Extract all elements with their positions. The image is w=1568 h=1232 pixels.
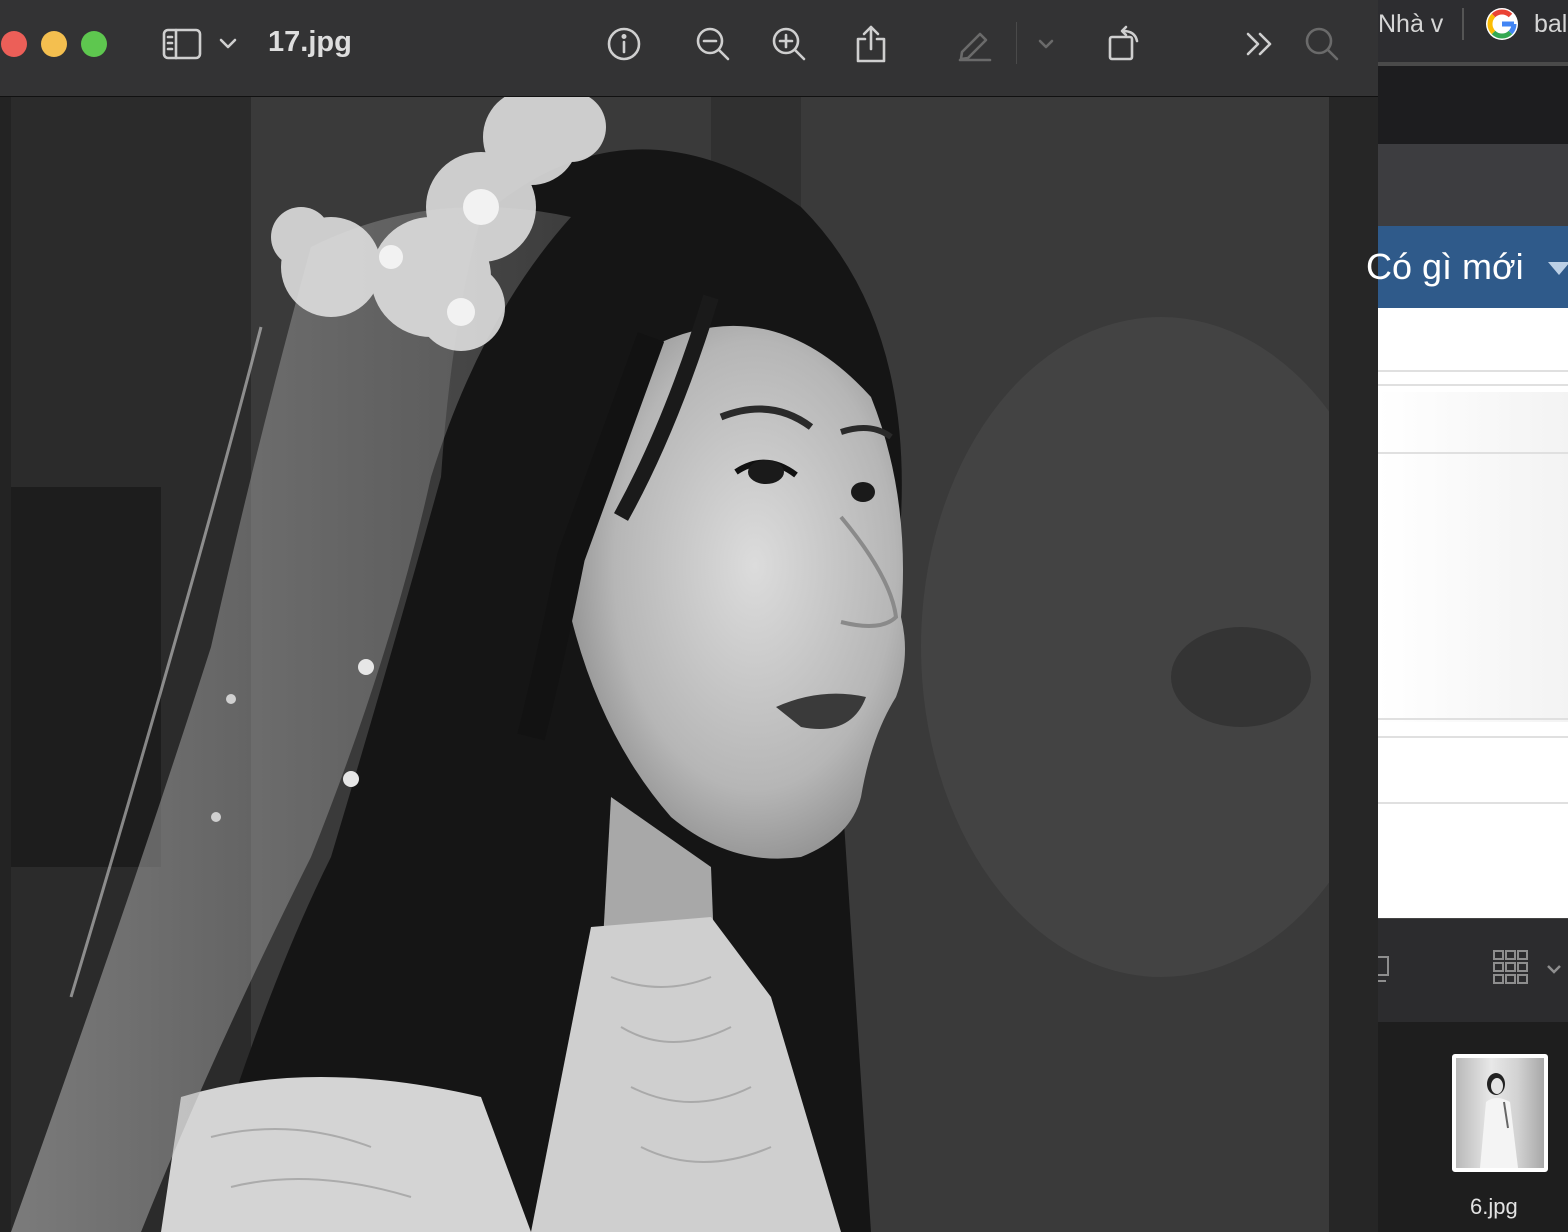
- bookmark-item[interactable]: Nhà v: [1378, 10, 1443, 39]
- file-name-label[interactable]: 6.jpg: [1470, 1194, 1518, 1220]
- content-card: [1378, 392, 1568, 722]
- divider: [1378, 452, 1568, 454]
- divider: [1378, 718, 1568, 720]
- finder-toolbar: [1378, 918, 1568, 1022]
- content-panel: [1378, 308, 1568, 918]
- document-title: 17.jpg: [268, 26, 352, 58]
- zoom-in-icon[interactable]: [769, 24, 809, 64]
- chevron-down-icon[interactable]: [208, 24, 248, 64]
- zoom-window-button[interactable]: [81, 31, 107, 57]
- photo-17: [11, 97, 1329, 1232]
- markup-pen-icon[interactable]: [955, 24, 995, 64]
- preview-window: 17.jpg: [0, 0, 1378, 1232]
- image-canvas: [0, 97, 1378, 1232]
- divider: [1378, 802, 1568, 804]
- toolbar-separator: [1016, 22, 1017, 64]
- google-icon[interactable]: [1486, 8, 1518, 40]
- title-bar: 17.jpg: [0, 0, 1378, 97]
- photo-illustration: [11, 97, 1329, 1232]
- caret-down-icon[interactable]: [1548, 262, 1568, 275]
- minimize-window-button[interactable]: [41, 31, 67, 57]
- page-top-bar: [1378, 144, 1568, 226]
- divider: [1378, 736, 1568, 738]
- more-chevrons-icon[interactable]: [1240, 24, 1280, 64]
- sidebar-icon[interactable]: [162, 24, 202, 64]
- search-icon[interactable]: [1302, 24, 1342, 64]
- grid-view-icon[interactable]: [1492, 949, 1530, 990]
- info-icon[interactable]: [604, 24, 644, 64]
- bookmarks-bar: Nhà v bal: [1378, 0, 1568, 66]
- news-header-label: Có gì mới: [1366, 246, 1524, 287]
- chevron-down-icon[interactable]: [1546, 961, 1562, 979]
- divider: [1378, 384, 1568, 386]
- browser-toolbar: [1378, 66, 1568, 144]
- rotate-icon[interactable]: [1105, 24, 1145, 64]
- finder-file-area: 6.jpg: [1378, 1022, 1568, 1232]
- news-header-bar[interactable]: Có gì mới: [1366, 226, 1568, 308]
- close-window-button[interactable]: [1, 31, 27, 57]
- share-icon[interactable]: [851, 24, 891, 64]
- thumbnail-image: [1456, 1058, 1544, 1168]
- bookmark-item[interactable]: bal: [1534, 10, 1567, 39]
- file-thumbnail[interactable]: [1452, 1054, 1548, 1172]
- background-app-window: Nhà v bal Có gì mới 6.jpg: [1366, 0, 1568, 1232]
- chevron-down-icon[interactable]: [1026, 24, 1066, 64]
- zoom-out-icon[interactable]: [693, 24, 733, 64]
- divider: [1378, 370, 1568, 372]
- bookmark-separator: [1462, 8, 1464, 40]
- preview-toggle-icon[interactable]: [1378, 955, 1392, 990]
